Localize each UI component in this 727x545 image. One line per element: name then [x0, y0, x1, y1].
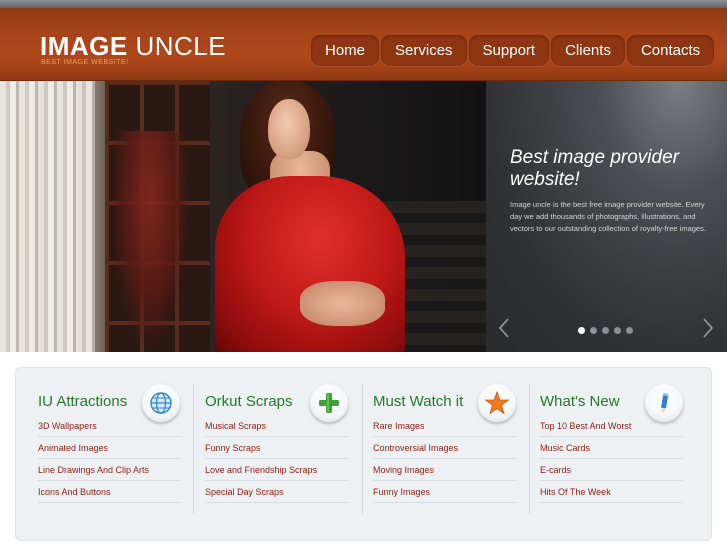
section-title[interactable]: Orkut Scraps — [205, 393, 293, 410]
chevron-left-icon — [498, 318, 509, 338]
section-title[interactable]: IU Attractions — [38, 393, 127, 410]
section-title[interactable]: What's New — [540, 393, 620, 410]
slider-dot[interactable] — [626, 327, 633, 334]
link-3d-wallpapers[interactable]: 3D Wallpapers — [38, 415, 181, 437]
link-special-day-scraps[interactable]: Special Day Scraps — [205, 481, 348, 503]
nav-services[interactable]: Services — [381, 35, 467, 66]
link-icons-buttons[interactable]: Icons And Buttons — [38, 481, 181, 503]
model-dress — [215, 176, 405, 352]
hero-description: Image uncle is the best free image provi… — [510, 200, 706, 233]
reflection-decoration — [110, 131, 190, 352]
nav-home[interactable]: Home — [311, 35, 380, 66]
site-header: IMAGE UNCLE BEST IMAGE WEBSITE! Home Ser… — [0, 8, 727, 81]
link-top-10[interactable]: Top 10 Best And Worst — [540, 415, 683, 437]
hero-title: Best image provider website! — [510, 147, 679, 190]
link-animated-images[interactable]: Animated Images — [38, 437, 181, 459]
slider-dots — [578, 327, 633, 334]
slider-dot[interactable] — [590, 327, 597, 334]
link-funny-scraps[interactable]: Funny Scraps — [205, 437, 348, 459]
section-links: Musical Scraps Funny Scraps Love and Fri… — [205, 415, 348, 503]
curtain-decoration — [0, 81, 95, 352]
section-links: Top 10 Best And Worst Music Cards E-card… — [540, 415, 683, 503]
slider-prev-button[interactable] — [497, 317, 511, 339]
link-e-cards[interactable]: E-cards — [540, 459, 683, 481]
link-line-drawings[interactable]: Line Drawings And Clip Arts — [38, 459, 181, 481]
column-divider — [193, 384, 194, 514]
section-title[interactable]: Must Watch it — [373, 393, 463, 410]
column-divider — [529, 384, 530, 514]
link-love-friendship-scraps[interactable]: Love and Friendship Scraps — [205, 459, 348, 481]
logo-light-text: UNCLE — [135, 31, 227, 61]
link-musical-scraps[interactable]: Musical Scraps — [205, 415, 348, 437]
section-links: Rare Images Controversial Images Moving … — [373, 415, 516, 503]
nav-support[interactable]: Support — [468, 35, 550, 66]
model-arm — [300, 281, 385, 326]
top-strip — [0, 0, 727, 8]
column-divider — [362, 384, 363, 514]
link-rare-images[interactable]: Rare Images — [373, 415, 516, 437]
link-hits-of-week[interactable]: Hits Of The Week — [540, 481, 683, 503]
site-logo[interactable]: IMAGE UNCLE — [40, 33, 226, 59]
nav-contacts[interactable]: Contacts — [626, 35, 715, 66]
site-tagline: BEST IMAGE WEBSITE! — [41, 59, 129, 66]
slider-dot[interactable] — [614, 327, 621, 334]
hero-slider: Best image provider website! Image uncle… — [0, 81, 727, 352]
nav-clients[interactable]: Clients — [551, 35, 625, 66]
link-funny-images[interactable]: Funny Images — [373, 481, 516, 503]
slider-dot[interactable] — [602, 327, 609, 334]
main-nav: Home Services Support Clients Contacts — [311, 35, 715, 66]
link-moving-images[interactable]: Moving Images — [373, 459, 516, 481]
logo-bold-text: IMAGE — [40, 31, 128, 61]
section-links: 3D Wallpapers Animated Images Line Drawi… — [38, 415, 181, 503]
hero-photo — [0, 81, 486, 352]
link-controversial-images[interactable]: Controversial Images — [373, 437, 516, 459]
hero-caption-panel: Best image provider website! Image uncle… — [486, 81, 727, 352]
link-music-cards[interactable]: Music Cards — [540, 437, 683, 459]
model-face — [268, 99, 310, 159]
slider-next-button[interactable] — [701, 317, 715, 339]
chevron-right-icon — [703, 318, 714, 338]
slider-dot[interactable] — [578, 327, 585, 334]
feature-panel: IU Attractions 3D Wallpapers Animated Im… — [15, 367, 712, 541]
